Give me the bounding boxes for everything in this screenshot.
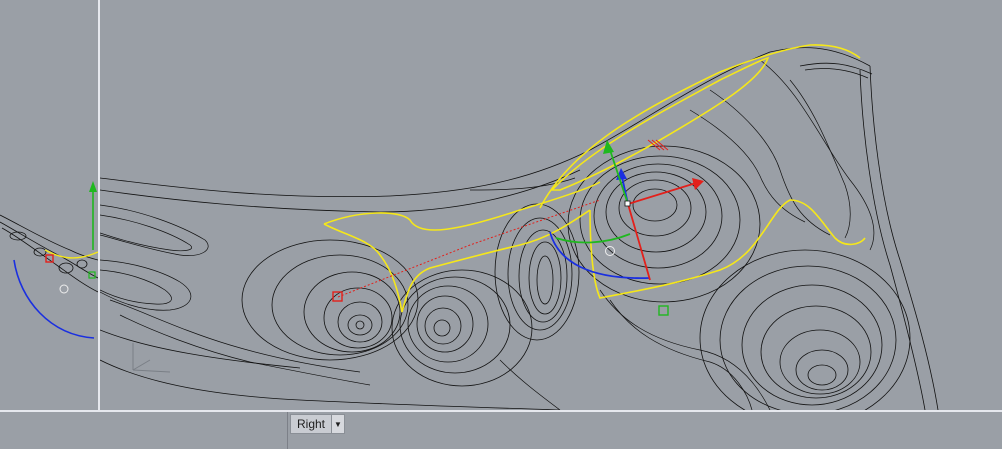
pivot-marker[interactable]	[605, 246, 615, 256]
viewport-perspective-partial[interactable]	[0, 0, 98, 410]
pivot-marker[interactable]	[59, 284, 69, 294]
contour-line	[499, 359, 561, 410]
gumball-arrow-x[interactable]	[692, 178, 704, 190]
silhouette-right-2	[859, 69, 926, 410]
contour-line	[119, 314, 371, 386]
contour-line	[100, 329, 301, 369]
viewport-right[interactable]	[100, 0, 1002, 410]
contour-line	[689, 109, 806, 223]
contour-line	[609, 299, 753, 410]
contour-line	[789, 79, 851, 239]
gumball-scale-handle[interactable]	[658, 305, 669, 316]
contour-line	[804, 68, 869, 79]
highlight-curve[interactable]	[550, 56, 770, 191]
contour-line	[100, 259, 192, 311]
contour-loop	[33, 247, 47, 257]
chevron-down-icon[interactable]: ▼	[331, 415, 345, 433]
contour-line	[100, 204, 209, 256]
contour-vortex	[567, 145, 761, 303]
contour-loop	[76, 259, 88, 269]
gumball-rotation-arc-z[interactable]	[13, 259, 95, 339]
world-axes-icon	[132, 343, 171, 373]
contour-line	[759, 59, 875, 251]
viewport-tab-right[interactable]: Right ▼	[290, 414, 346, 434]
tab-bar-divider	[287, 412, 288, 449]
gumball-axis-x-neg[interactable]	[627, 203, 651, 281]
silhouette-top	[100, 47, 871, 198]
viewport-tab-label[interactable]: Right	[291, 415, 331, 433]
contour-line	[709, 89, 831, 236]
gumball-arrow-y[interactable]	[89, 181, 97, 192]
gumball-center[interactable]	[624, 200, 631, 207]
viewport-right-canvas[interactable]	[100, 0, 1002, 410]
contour-vortex	[699, 249, 911, 410]
viewport-splitter-vertical[interactable]	[98, 0, 100, 412]
contour-vortex	[391, 269, 533, 387]
gumball-rotation-arc-y[interactable]	[555, 233, 631, 244]
viewport-tab-bar	[0, 412, 1002, 449]
silhouette-inner	[100, 169, 581, 213]
contour-line	[100, 269, 172, 305]
contour-line	[0, 221, 98, 279]
viewport-left-canvas[interactable]	[0, 0, 98, 410]
contour-line	[100, 214, 192, 252]
contour-line	[799, 62, 873, 75]
contour-vortex	[241, 239, 419, 361]
contour-line	[0, 214, 98, 261]
